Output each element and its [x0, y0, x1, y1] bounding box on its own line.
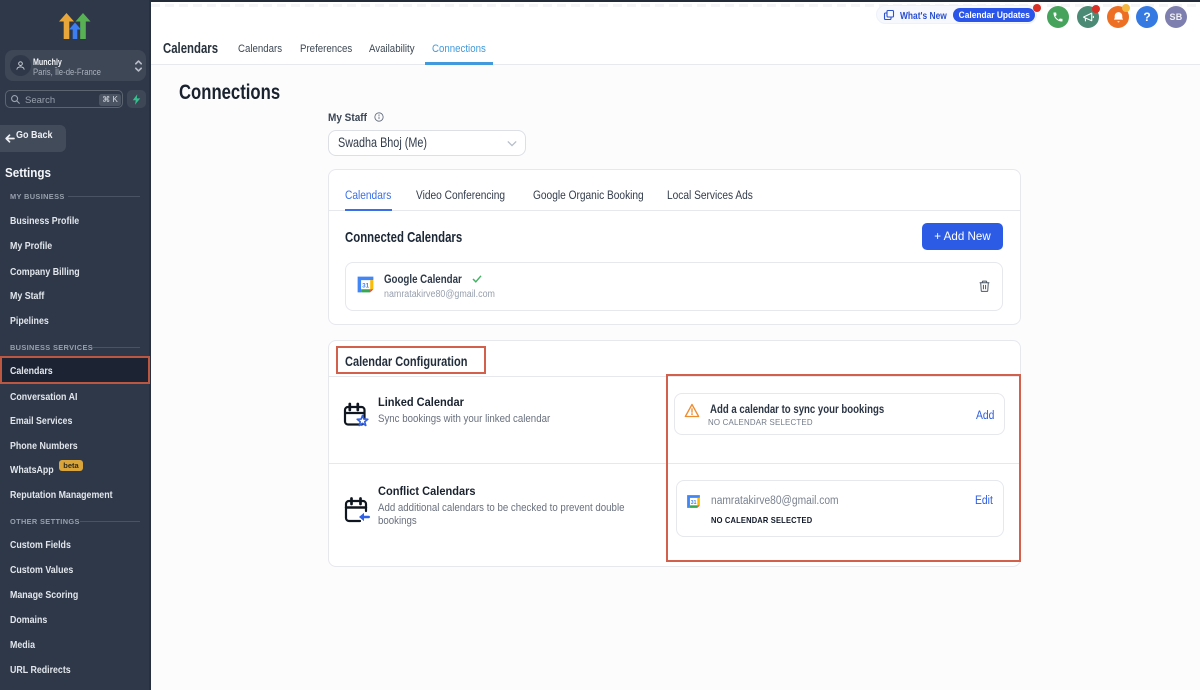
svg-text:31: 31 — [362, 282, 370, 289]
